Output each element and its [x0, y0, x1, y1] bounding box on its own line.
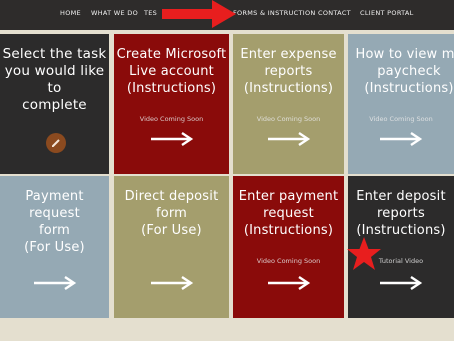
tile-subtitle: Video Coming Soon [369, 115, 433, 123]
tile-enter-payment-request[interactable]: Enter payment request (Instructions) Vid… [233, 176, 344, 318]
tile-title: Enter payment request (Instructions) [238, 189, 339, 238]
tile-payment-request-form[interactable]: Payment request form (For Use) [0, 176, 109, 318]
tile-title: Enter deposit reports (Instructions) [356, 189, 446, 238]
right-arrow-icon[interactable] [149, 276, 195, 290]
nav-client-portal[interactable]: CLIENT PORTAL [360, 9, 414, 17]
right-arrow-icon[interactable] [266, 132, 312, 146]
tile-title: Direct deposit form (For Use) [124, 189, 219, 238]
nav-what-we-do[interactable]: WHAT WE DO [91, 9, 138, 17]
tile-direct-deposit-form[interactable]: Direct deposit form (For Use) [114, 176, 229, 318]
tile-title: Select the task you would like to comple… [2, 46, 107, 113]
nav-testimonials[interactable]: TES [144, 9, 157, 17]
tile-subtitle: Video Coming Soon [139, 115, 204, 123]
tile-title: Create Microsoft Live account (Instructi… [116, 47, 227, 96]
right-arrow-icon[interactable] [378, 276, 424, 290]
right-arrow-icon[interactable] [32, 276, 78, 290]
tile-enter-expense-reports[interactable]: Enter expense reports (Instructions) Vid… [233, 34, 344, 174]
tile-select-task: Select the task you would like to comple… [0, 34, 109, 174]
right-arrow-icon[interactable] [266, 276, 312, 290]
annotation-star-icon [347, 237, 381, 270]
tile-title: How to view my paycheck (Instructions) [355, 47, 454, 96]
tile-create-microsoft-live[interactable]: Create Microsoft Live account (Instructi… [114, 34, 229, 174]
tile-subtitle: Video Coming Soon [256, 257, 321, 265]
right-arrow-icon[interactable] [149, 132, 195, 146]
nav-forms-instruction[interactable]: FORMS & INSTRUCTION [233, 9, 316, 17]
tile-title: Enter expense reports (Instructions) [240, 47, 337, 96]
tile-title: Payment request form (For Use) [24, 189, 85, 255]
nav-contact[interactable]: CONTACT [318, 9, 351, 17]
pencil-icon[interactable] [46, 133, 66, 153]
annotation-arrow-icon [162, 0, 236, 28]
nav-home[interactable]: HOME [60, 9, 81, 17]
task-tile-grid: Select the task you would like to comple… [0, 30, 454, 320]
tile-view-paycheck[interactable]: How to view my paycheck (Instructions) V… [348, 34, 454, 174]
tile-subtitle: Video Coming Soon [256, 115, 321, 123]
right-arrow-icon[interactable] [378, 132, 424, 146]
